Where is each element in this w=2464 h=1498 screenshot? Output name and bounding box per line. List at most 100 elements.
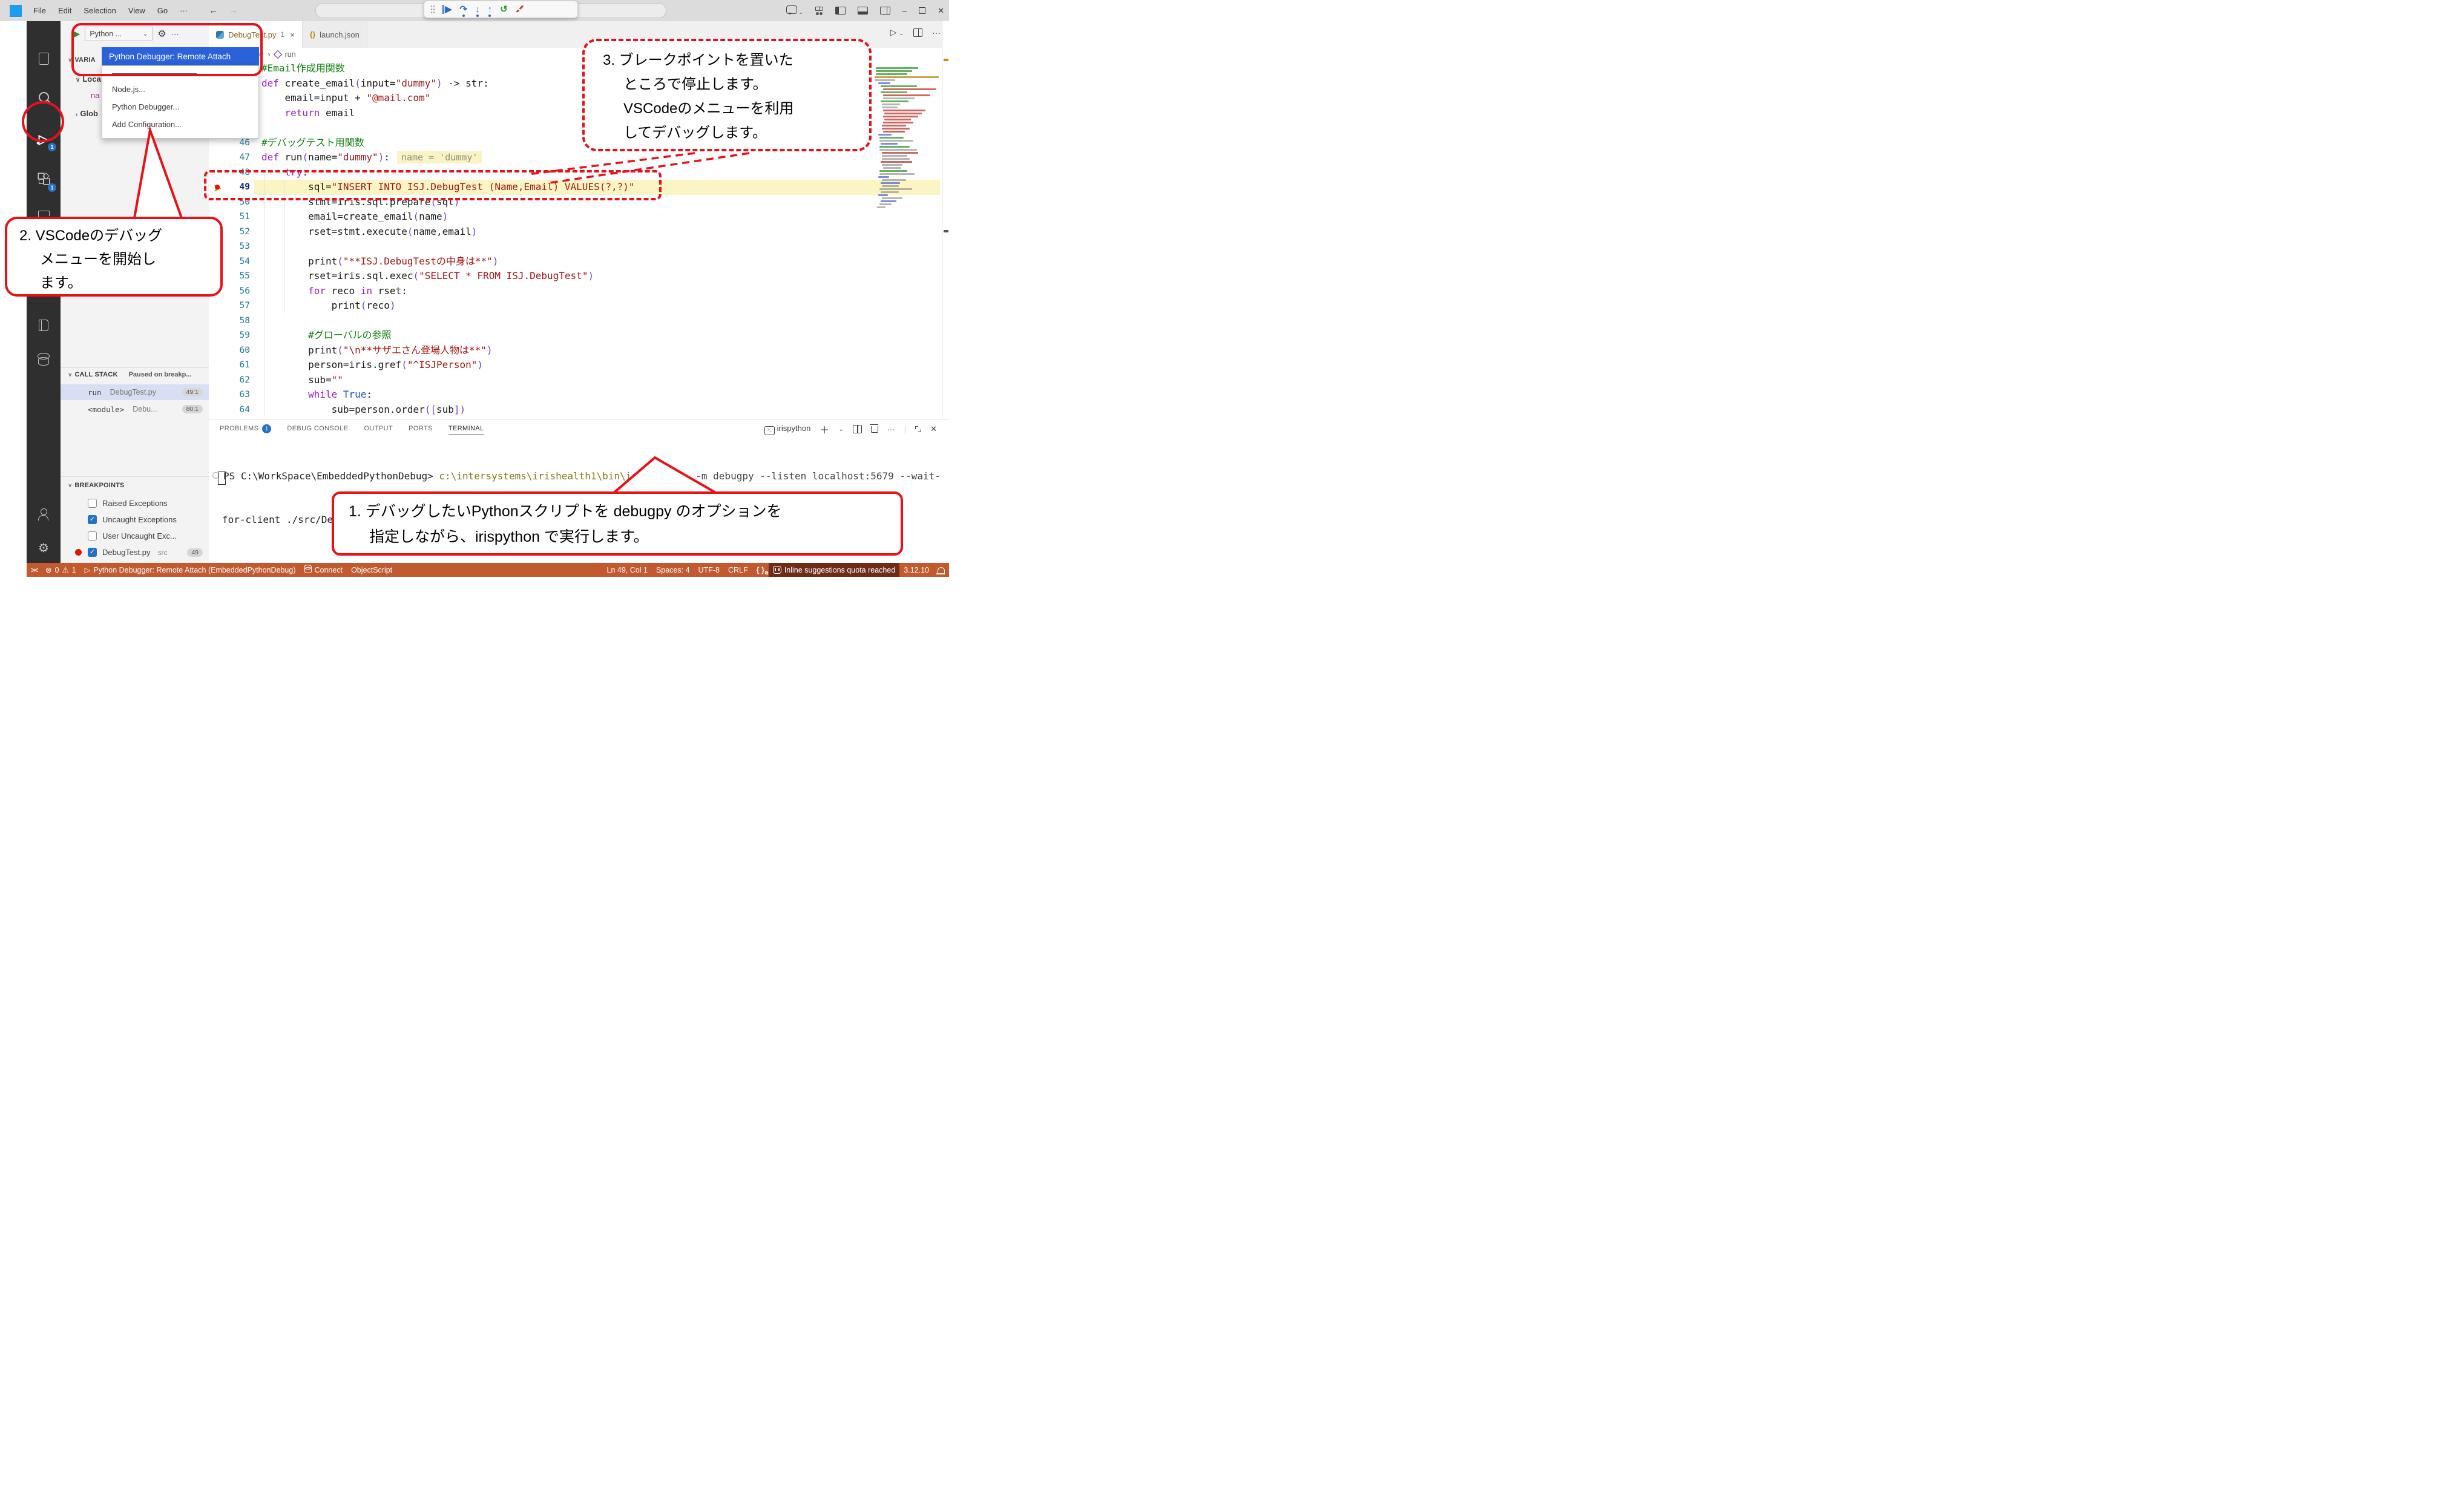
continue-icon[interactable]: ▶ xyxy=(442,5,452,14)
panel-tab-problems[interactable]: PROBLEMS1 xyxy=(220,422,271,436)
overview-ruler[interactable] xyxy=(942,21,950,419)
variables-header[interactable]: ∨VARIA xyxy=(68,54,96,64)
code-line[interactable]: rset=stmt.execute(name,email) xyxy=(261,225,635,240)
menu-item-edit[interactable]: Edit xyxy=(53,4,77,18)
menu-item-view[interactable]: View xyxy=(123,4,151,18)
disconnect-icon[interactable] xyxy=(516,4,524,15)
account-icon[interactable] xyxy=(27,499,61,524)
code-line[interactable]: print("**ISJ.DebugTestの中身は**") xyxy=(261,254,635,269)
close-button[interactable]: ✕ xyxy=(938,6,944,16)
panel-tab-terminal[interactable]: TERMINAL xyxy=(448,422,484,435)
line-number[interactable]: 58 xyxy=(209,314,250,329)
code-line[interactable]: try: xyxy=(261,165,635,180)
panel-tab-ports[interactable]: PORTS xyxy=(409,422,433,435)
panel-tab-output[interactable]: OUTPUT xyxy=(364,422,393,435)
dropdown-item-nodejs[interactable]: Node.js... xyxy=(102,80,258,98)
line-number[interactable]: 50 xyxy=(209,195,250,210)
line-number[interactable]: 63 xyxy=(209,387,250,402)
minimize-button[interactable]: – xyxy=(902,6,907,15)
forward-icon[interactable]: → xyxy=(229,5,238,16)
checkbox[interactable]: ✓ xyxy=(88,548,97,557)
maximize-panel-icon[interactable] xyxy=(915,426,921,432)
code-line[interactable]: rset=iris.sql.exec("SELECT * FROM ISJ.De… xyxy=(261,269,635,284)
code-line[interactable]: stmt=iris.sql.prepare(sql) xyxy=(261,195,635,210)
line-number[interactable]: 57 xyxy=(209,298,250,314)
checkbox[interactable]: ✓ xyxy=(88,515,97,524)
drag-grip-icon[interactable] xyxy=(430,5,435,15)
code-line[interactable]: while True: xyxy=(261,387,635,402)
split-editor-icon[interactable] xyxy=(913,28,922,37)
more-actions-icon[interactable]: ··· xyxy=(171,30,179,39)
status-item[interactable]: Spaces: 4 xyxy=(652,563,694,577)
status-item[interactable]: CRLF xyxy=(724,563,752,577)
code-line[interactable]: email=create_email(name) xyxy=(261,209,635,225)
step-into-icon[interactable]: ↓ xyxy=(475,5,480,14)
code-area[interactable]: #Email作成用関数def create_email(input="dummy… xyxy=(261,61,635,417)
line-number[interactable]: 59 xyxy=(209,328,250,343)
dropdown-selected-item[interactable]: Python Debugger: Remote Attach xyxy=(102,47,259,65)
minimap[interactable] xyxy=(875,67,942,321)
code-line[interactable] xyxy=(261,314,635,329)
code-line[interactable]: #グローバルの参照 xyxy=(261,328,635,343)
code-line[interactable]: def run(name="dummy"):name = 'dummy' xyxy=(261,150,635,165)
customize-layout-icon[interactable] xyxy=(815,7,823,15)
checkbox[interactable] xyxy=(88,531,97,540)
status-item[interactable]: Ln 49, Col 1 xyxy=(603,563,652,577)
code-line[interactable]: print(reco) xyxy=(261,298,635,314)
breakpoint-row[interactable]: User Uncaught Exc... xyxy=(61,528,209,544)
line-number[interactable]: 64 xyxy=(209,402,250,418)
breakpoint-row[interactable]: ✓DebugTest.pysrc49 xyxy=(61,544,209,560)
line-number[interactable]: 61 xyxy=(209,358,250,373)
maximize-button[interactable] xyxy=(919,7,925,14)
code-line[interactable]: person=iris.gref("^ISJPerson") xyxy=(261,358,635,373)
panel-tab-debugconsole[interactable]: DEBUG CONSOLE xyxy=(287,422,348,435)
variables-scope-global[interactable]: ›Glob xyxy=(76,109,98,118)
toggle-secondary-sidebar-icon[interactable] xyxy=(880,7,890,15)
code-line[interactable]: sub=person.order([sub]) xyxy=(261,402,635,418)
line-number[interactable]: 60 xyxy=(209,343,250,358)
toggle-sidebar-icon[interactable] xyxy=(835,7,846,15)
breakpoint-paused-icon[interactable]: ➤ xyxy=(214,182,225,192)
copilot-chat-icon[interactable]: ⌄ xyxy=(786,5,803,16)
code-line[interactable]: #Email作成用関数 xyxy=(261,61,635,76)
search-icon[interactable] xyxy=(27,85,61,109)
editor-more-icon[interactable]: ··· xyxy=(932,28,941,38)
status-item[interactable]: >< xyxy=(27,563,41,577)
explorer-icon[interactable] xyxy=(27,47,61,71)
status-item[interactable]: { }⊗ xyxy=(752,563,769,577)
settings-icon[interactable]: ⚙ xyxy=(27,536,61,560)
tab-debugtest-py[interactable]: DebugTest.py 1 × xyxy=(209,21,303,48)
breakpoints-header[interactable]: ∨BREAKPOINTS xyxy=(68,480,125,489)
terminal-dropdown-icon[interactable]: ⌄ xyxy=(838,426,843,433)
status-item[interactable] xyxy=(933,563,949,577)
code-line[interactable]: print("\n**サザエさん登場人物は**") xyxy=(261,343,635,358)
status-item[interactable]: Inline suggestions quota reached xyxy=(769,563,899,577)
code-line[interactable]: return email xyxy=(261,106,635,121)
code-line[interactable]: sub="" xyxy=(261,373,635,388)
docs-icon[interactable] xyxy=(27,313,61,337)
variable-item[interactable]: na xyxy=(91,91,99,100)
step-over-icon[interactable]: ↷ xyxy=(460,5,468,14)
terminal-shell-label[interactable]: >_ irispython xyxy=(764,424,810,435)
variables-scope-local[interactable]: ∨Loca xyxy=(76,74,101,84)
status-item[interactable]: ⊗0⚠1 xyxy=(41,563,80,577)
code-line[interactable]: def create_email(input="dummy") -> str: xyxy=(261,76,635,91)
menu-item-go[interactable]: Go xyxy=(152,4,173,18)
code-line[interactable] xyxy=(261,120,635,136)
dropdown-item-pythondebugger[interactable]: Python Debugger... xyxy=(102,98,258,116)
split-terminal-icon[interactable] xyxy=(853,425,862,433)
call-stack-header[interactable]: ∨CALL STACK Paused on breakp... xyxy=(68,371,206,378)
status-item[interactable]: 3.12.10 xyxy=(899,563,933,577)
dropdown-item-addconfiguration[interactable]: Add Configuration... xyxy=(102,116,258,133)
close-panel-icon[interactable]: ✕ xyxy=(930,424,937,434)
restart-icon[interactable]: ↺ xyxy=(500,5,508,14)
menu-item-file[interactable]: File xyxy=(28,4,51,18)
step-out-icon[interactable]: ↑ xyxy=(488,5,493,14)
menu-item-selection[interactable]: Selection xyxy=(78,4,121,18)
code-line[interactable]: #デバッグテスト用関数 xyxy=(261,136,635,151)
debug-config-select[interactable]: Python ... ⌄ xyxy=(85,27,153,41)
menu-item-[interactable]: ··· xyxy=(174,4,193,18)
code-line[interactable]: email=input + "@mail.com" xyxy=(261,91,635,106)
code-line[interactable]: for reco in rset: xyxy=(261,284,635,299)
run-python-file-icon[interactable]: ▷ ⌄ xyxy=(890,27,904,38)
